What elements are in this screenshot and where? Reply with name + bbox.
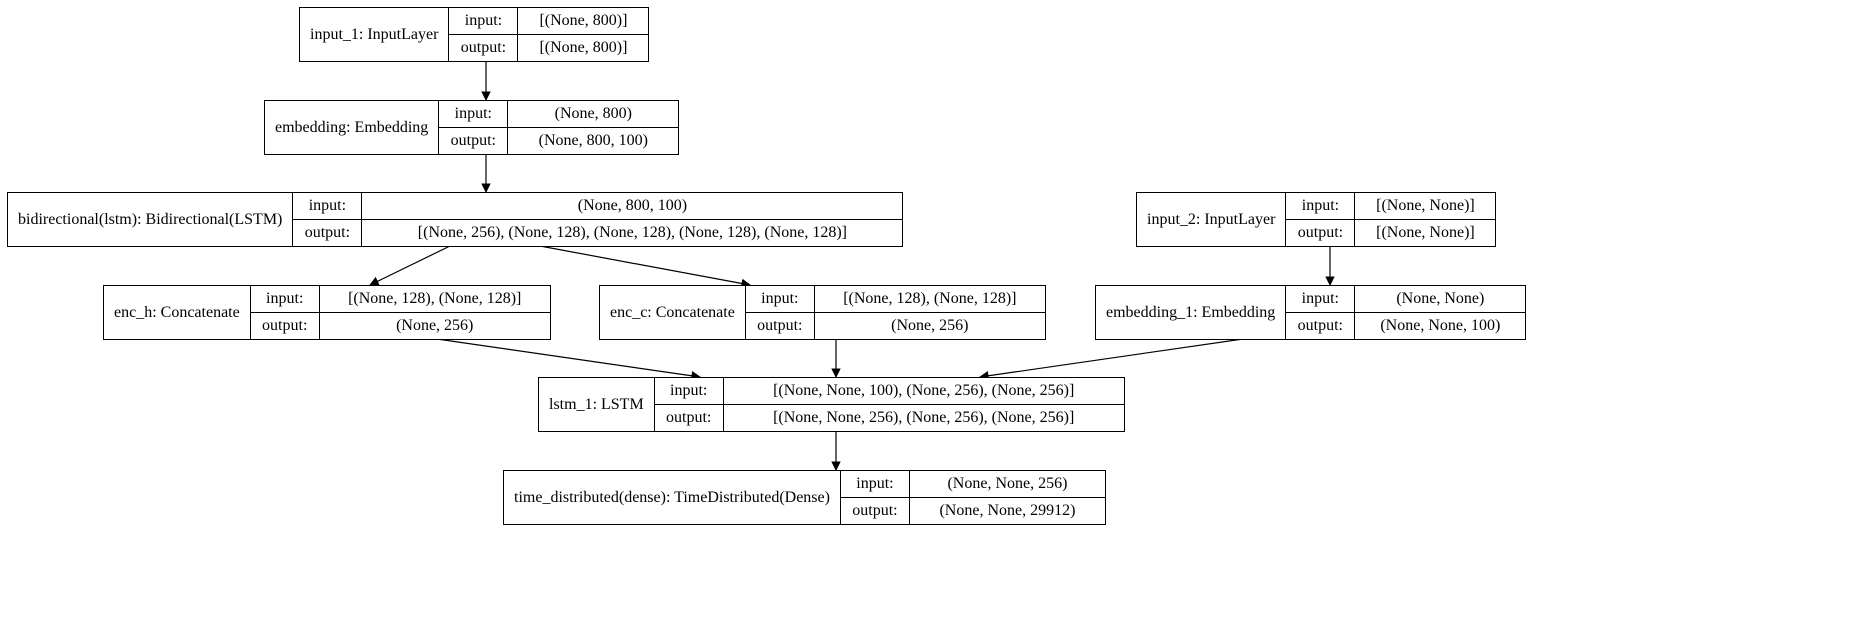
io-label-input: input:: [1286, 193, 1355, 219]
node-bilstm-name: bidirectional(lstm): Bidirectional(LSTM): [8, 193, 293, 246]
io-label-input: input:: [1286, 286, 1355, 312]
node-enc-h-out: (None, 256): [320, 313, 550, 339]
io-label-output: output:: [1286, 220, 1355, 246]
io-label-output: output:: [439, 128, 508, 154]
node-embedding-1-in: (None, None): [1355, 286, 1525, 312]
io-label-output: output:: [251, 313, 320, 339]
node-embedding: embedding: Embedding input: (None, 800) …: [264, 100, 679, 155]
edge-ench-lstm1: [430, 338, 700, 377]
io-label-input: input:: [449, 8, 518, 34]
node-bilstm: bidirectional(lstm): Bidirectional(LSTM)…: [7, 192, 903, 247]
io-label-output: output:: [449, 35, 518, 61]
node-time-distributed-out: (None, None, 29912): [910, 498, 1105, 524]
node-embedding-1-out: (None, None, 100): [1355, 313, 1525, 339]
node-embedding-name: embedding: Embedding: [265, 101, 439, 154]
io-label-input: input:: [841, 471, 910, 497]
node-bilstm-in: (None, 800, 100): [362, 193, 902, 219]
node-input-1-in: [(None, 800)]: [518, 8, 648, 34]
node-lstm-1-out: [(None, None, 256), (None, 256), (None, …: [724, 405, 1124, 431]
io-label-input: input:: [293, 193, 362, 219]
node-bilstm-out: [(None, 256), (None, 128), (None, 128), …: [362, 220, 902, 246]
node-embedding-1: embedding_1: Embedding input: (None, Non…: [1095, 285, 1526, 340]
node-embedding-in: (None, 800): [508, 101, 678, 127]
node-input-1-name: input_1: InputLayer: [300, 8, 449, 61]
node-input-2-name: input_2: InputLayer: [1137, 193, 1286, 246]
node-input-2-in: [(None, None)]: [1355, 193, 1495, 219]
io-label-input: input:: [746, 286, 815, 312]
node-time-distributed-in: (None, None, 256): [910, 471, 1105, 497]
io-label-output: output:: [655, 405, 724, 431]
edge-bilstm-encc: [540, 246, 750, 285]
node-enc-c-name: enc_c: Concatenate: [600, 286, 746, 339]
io-label-output: output:: [841, 498, 910, 524]
node-input-2: input_2: InputLayer input: [(None, None)…: [1136, 192, 1496, 247]
node-lstm-1-name: lstm_1: LSTM: [539, 378, 655, 431]
io-label-output: output:: [746, 313, 815, 339]
node-embedding-out: (None, 800, 100): [508, 128, 678, 154]
io-label-output: output:: [1286, 313, 1355, 339]
node-enc-c-in: [(None, 128), (None, 128)]: [815, 286, 1045, 312]
edge-embedding1-lstm1: [980, 338, 1250, 377]
node-time-distributed: time_distributed(dense): TimeDistributed…: [503, 470, 1106, 525]
node-input-1-out: [(None, 800)]: [518, 35, 648, 61]
node-enc-c: enc_c: Concatenate input: [(None, 128), …: [599, 285, 1046, 340]
node-enc-h: enc_h: Concatenate input: [(None, 128), …: [103, 285, 551, 340]
io-label-input: input:: [439, 101, 508, 127]
node-enc-h-in: [(None, 128), (None, 128)]: [320, 286, 550, 312]
node-input-2-out: [(None, None)]: [1355, 220, 1495, 246]
node-input-1: input_1: InputLayer input: [(None, 800)]…: [299, 7, 649, 62]
io-label-output: output:: [293, 220, 362, 246]
node-time-distributed-name: time_distributed(dense): TimeDistributed…: [504, 471, 841, 524]
node-lstm-1-in: [(None, None, 100), (None, 256), (None, …: [724, 378, 1124, 404]
node-embedding-1-name: embedding_1: Embedding: [1096, 286, 1286, 339]
node-enc-c-out: (None, 256): [815, 313, 1045, 339]
edge-bilstm-ench: [370, 246, 450, 285]
node-lstm-1: lstm_1: LSTM input: [(None, None, 100), …: [538, 377, 1125, 432]
node-enc-h-name: enc_h: Concatenate: [104, 286, 251, 339]
io-label-input: input:: [655, 378, 724, 404]
io-label-input: input:: [251, 286, 320, 312]
